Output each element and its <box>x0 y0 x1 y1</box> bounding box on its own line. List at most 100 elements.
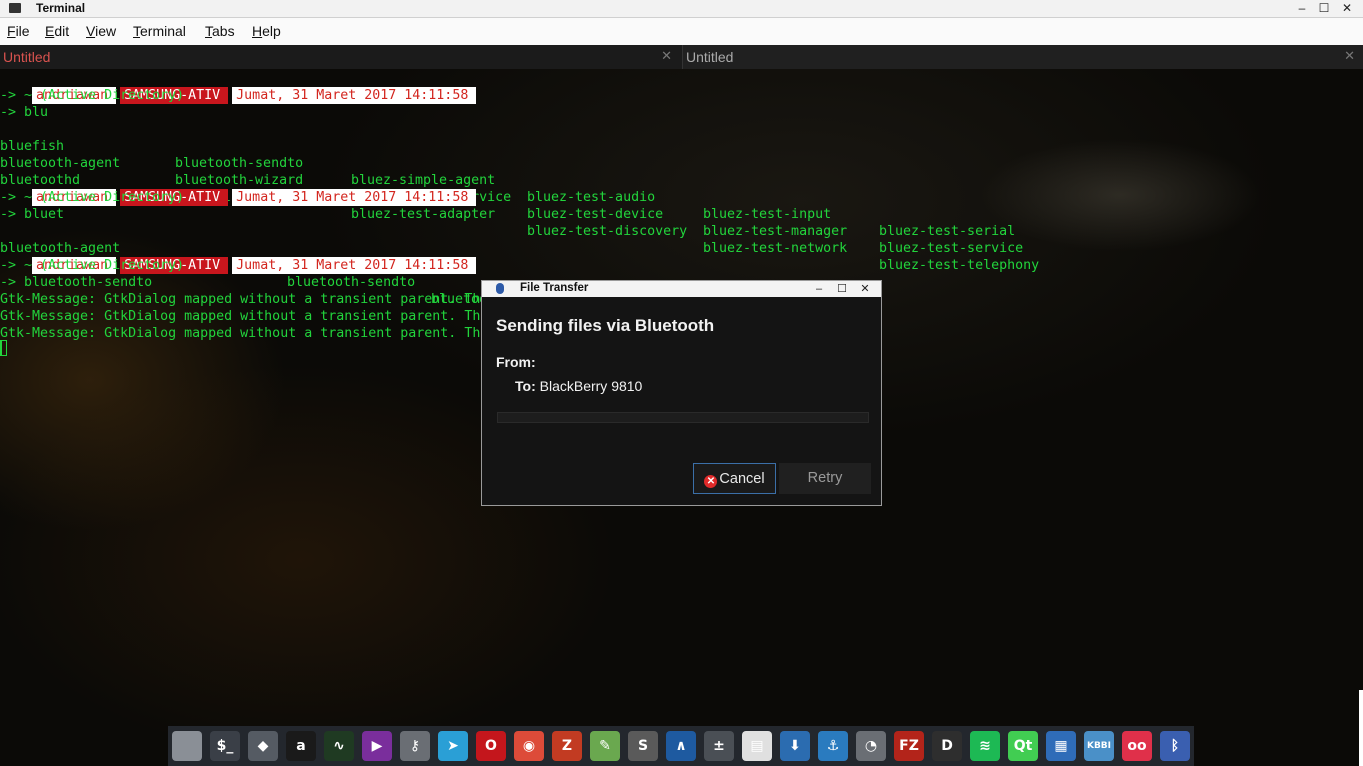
prompt-date: Jumat, 31 Maret 2017 14:11:58 <box>232 189 477 206</box>
window-title: Terminal <box>36 1 86 15</box>
tab-close-icon[interactable]: ✕ <box>1344 48 1355 64</box>
menu-bar: File Edit View Terminal Tabs Help <box>0 18 1363 45</box>
prompt-line: andriawan SAMSUNG-ATIV Jumat, 31 Maret 201… <box>0 240 477 274</box>
screen-edge-bar <box>1359 690 1363 766</box>
cancel-button[interactable]: ✕ Cancel <box>693 463 776 494</box>
qt-icon[interactable]: Qt <box>1008 731 1038 761</box>
dialog-titlebar[interactable]: File Transfer – ☐ ✕ <box>482 281 881 297</box>
retry-button[interactable]: Retry <box>779 463 871 494</box>
completion-item: bluez-test-service <box>879 241 1024 256</box>
waveform-icon[interactable]: ∧ <box>666 731 696 761</box>
completion-item: bluez-test-network <box>703 241 848 256</box>
menu-file-mnemonic: F <box>7 23 16 39</box>
opera-icon[interactable]: O <box>476 731 506 761</box>
filezilla-icon[interactable]: FZ <box>894 731 924 761</box>
keys-icon[interactable]: ⚷ <box>400 731 430 761</box>
completion-row: bluetoothd bluez-list-devices bluez-test… <box>0 155 1100 273</box>
tab-untitled-1[interactable]: Untitled ✕ <box>0 45 680 69</box>
completion-row: bluefish bluetooth-sendto bluez-simple-a… <box>0 121 1100 239</box>
from-label: From: <box>496 354 536 370</box>
completion-item: bluez-test-manager <box>703 224 848 239</box>
bluetooth-icon[interactable]: ᛒ <box>1160 731 1190 761</box>
filezilla-z-icon[interactable]: Z <box>552 731 582 761</box>
menu-help-mnemonic: H <box>252 23 263 39</box>
prompt-dir: -> ~ (Active Directory) <box>0 190 185 205</box>
close-icon[interactable]: ✕ <box>856 281 874 297</box>
menu-file[interactable]: File <box>7 23 30 39</box>
command-line: -> bluet <box>0 207 65 222</box>
minimize-icon[interactable]: – <box>1292 0 1312 17</box>
document-icon[interactable]: ▦ <box>1046 731 1076 761</box>
menu-terminal-label: erminal <box>140 23 186 39</box>
amazon-icon[interactable]: a <box>286 731 316 761</box>
dock: $_ ◆ a ∿ ▶ ⚷ ➤ O ◉ Z ✎ S ∧ ± ▤ ⬇ ⚓ ◔ FZ D ≋ Qt ▦ KBBI oo ᛒ <box>168 726 1194 766</box>
tab-untitled-2[interactable]: Untitled ✕ <box>682 45 1363 69</box>
prompt-date: Jumat, 31 Maret 2017 14:11:58 <box>232 257 477 274</box>
menu-tabs-mnemonic: T <box>205 23 212 39</box>
dialog-title: File Transfer <box>520 282 589 294</box>
transfer-progress-bar <box>497 412 869 423</box>
to-row: To: BlackBerry 9810 <box>515 378 642 394</box>
menu-file-label: ile <box>15 23 30 39</box>
maximize-icon[interactable]: ☐ <box>1314 0 1334 17</box>
menu-edit[interactable]: Edit <box>45 23 69 39</box>
system-monitor-icon[interactable]: ∿ <box>324 731 354 761</box>
download-icon[interactable]: ⬇ <box>780 731 810 761</box>
cancel-label: Cancel <box>719 471 765 487</box>
prompt-line: andriawan SAMSUNG-ATIV Jumat, 31 Maret 201… <box>0 172 477 206</box>
tab-close-icon[interactable]: ✕ <box>661 48 672 64</box>
close-icon[interactable]: ✕ <box>1337 0 1357 17</box>
command-line: -> blu <box>0 105 49 120</box>
dialog-heading: Sending files via Bluetooth <box>496 316 715 335</box>
typora-icon[interactable]: D <box>932 731 962 761</box>
prompt-line: andriawan SAMSUNG-ATIV Jumat, 31 Maret 201… <box>0 70 477 104</box>
tab-bar: Untitled ✕ Untitled ✕ <box>0 45 1363 69</box>
menu-view-label: iew <box>95 23 117 39</box>
completion-item: bluez-test-input <box>703 207 832 222</box>
maximize-icon[interactable]: ☐ <box>833 281 851 297</box>
completion-item: bluez-test-serial <box>879 224 1016 239</box>
menu-tabs-label: abs <box>212 23 235 39</box>
gtk-message-line: Gtk-Message: GtkDialog mapped without a … <box>0 309 481 324</box>
notes-icon[interactable]: ▤ <box>742 731 772 761</box>
tab-label: Untitled <box>3 49 51 65</box>
menu-help-label: elp <box>262 23 281 39</box>
menu-tabs[interactable]: Tabs <box>205 23 235 39</box>
disk-utility-icon[interactable]: ◔ <box>856 731 886 761</box>
inkscape-icon[interactable]: ◆ <box>248 731 278 761</box>
to-label: To: <box>515 378 536 394</box>
command-line: -> bluetooth-sendto <box>0 275 153 290</box>
gtk-message-line: Gtk-Message: GtkDialog mapped without a … <box>0 292 481 307</box>
file-manager-icon[interactable] <box>172 731 202 761</box>
retry-label: Retry <box>807 470 843 486</box>
leaf-icon[interactable]: ✎ <box>590 731 620 761</box>
file-transfer-dialog: File Transfer – ☐ ✕ Sending files via Bl… <box>481 280 882 506</box>
terminal-icon[interactable]: $_ <box>210 731 240 761</box>
flickr-icon[interactable]: oo <box>1122 731 1152 761</box>
telegram-icon[interactable]: ➤ <box>438 731 468 761</box>
menu-view[interactable]: View <box>86 23 116 39</box>
anchor-icon[interactable]: ⚓ <box>818 731 848 761</box>
completion-item: bluetooth-sendto <box>287 275 416 290</box>
window-titlebar[interactable]: Terminal – ☐ ✕ <box>0 0 1363 18</box>
completion-item: bluez-test-adapter <box>351 207 496 222</box>
menu-terminal-mnemonic: T <box>133 23 140 39</box>
calculator-icon[interactable]: ± <box>704 731 734 761</box>
completion-item: bluez-test-audio <box>527 190 656 205</box>
kbbi-icon[interactable]: KBBI <box>1084 731 1114 761</box>
prompt-dir: -> ~ (Active Directory) <box>0 88 185 103</box>
minimize-icon[interactable]: – <box>810 281 828 297</box>
spotify-icon[interactable]: ≋ <box>970 731 1000 761</box>
completion-item: bluez-test-device <box>527 207 664 222</box>
sublime-icon[interactable]: S <box>628 731 658 761</box>
media-player-icon[interactable]: ▶ <box>362 731 392 761</box>
menu-terminal[interactable]: Terminal <box>133 23 186 39</box>
menu-help[interactable]: Help <box>252 23 281 39</box>
tab-label: Untitled <box>686 49 734 65</box>
terminal-app-icon <box>9 3 21 13</box>
menu-view-mnemonic: V <box>86 23 96 39</box>
to-device: BlackBerry 9810 <box>539 378 643 394</box>
completion-item: bluez-test-telephony <box>879 258 1040 273</box>
chrome-icon[interactable]: ◉ <box>514 731 544 761</box>
bluetooth-icon <box>496 283 504 294</box>
